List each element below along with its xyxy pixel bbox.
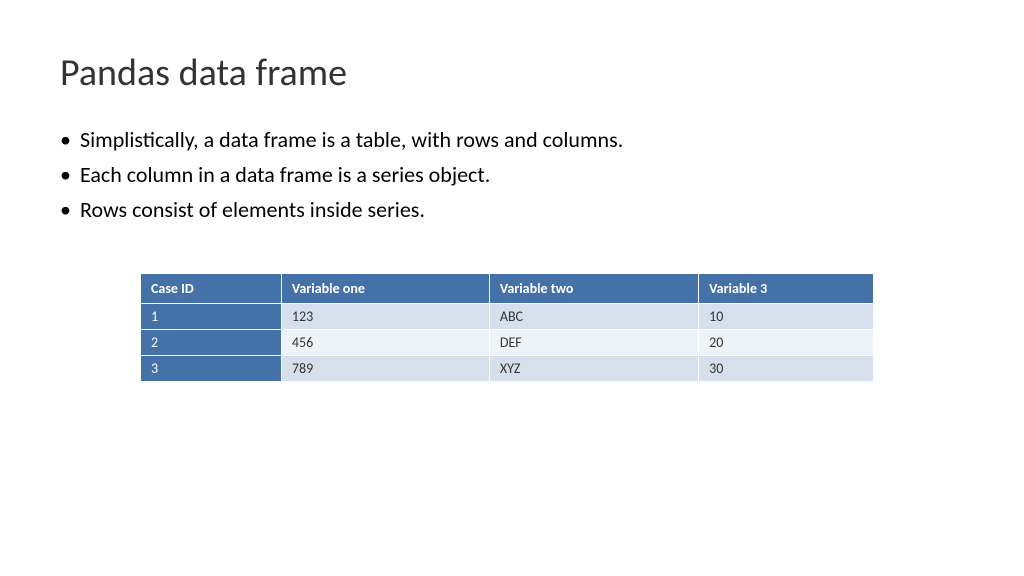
table-row: 3 789 XYZ 30: [141, 356, 874, 382]
bullet-list: Simplistically, a data frame is a table,…: [60, 126, 964, 223]
table-cell: 3: [141, 356, 282, 382]
table-cell: 20: [699, 330, 874, 356]
table-cell: 456: [281, 330, 489, 356]
table-container: Case ID Variable one Variable two Variab…: [60, 273, 964, 382]
bullet-item: Simplistically, a data frame is a table,…: [60, 126, 964, 153]
table-cell: 2: [141, 330, 282, 356]
table-header: Variable two: [489, 274, 698, 304]
data-table: Case ID Variable one Variable two Variab…: [140, 273, 874, 382]
bullet-item: Each column in a data frame is a series …: [60, 161, 964, 188]
table-row: 1 123 ABC 10: [141, 304, 874, 330]
table-cell: 30: [699, 356, 874, 382]
table-cell: DEF: [489, 330, 698, 356]
table-row: 2 456 DEF 20: [141, 330, 874, 356]
table-header: Case ID: [141, 274, 282, 304]
table-cell: 1: [141, 304, 282, 330]
table-header: Variable 3: [699, 274, 874, 304]
table-cell: 10: [699, 304, 874, 330]
table-header: Variable one: [281, 274, 489, 304]
table-cell: XYZ: [489, 356, 698, 382]
table-cell: ABC: [489, 304, 698, 330]
slide-title: Pandas data frame: [60, 50, 964, 96]
table-cell: 789: [281, 356, 489, 382]
table-cell: 123: [281, 304, 489, 330]
table-header-row: Case ID Variable one Variable two Variab…: [141, 274, 874, 304]
bullet-item: Rows consist of elements inside series.: [60, 196, 964, 223]
